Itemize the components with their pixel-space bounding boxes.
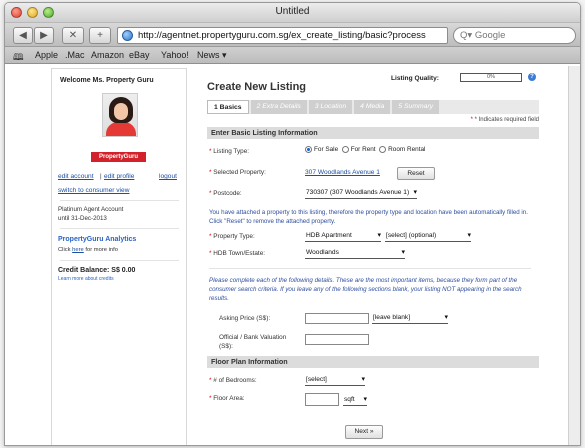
analytics-title: PropertyGuru Analytics xyxy=(58,236,137,243)
create-listing-panel: Create New Listing Listing Quality: 0% ?… xyxy=(195,66,545,445)
account-expiry: until 31-Dec-2013 xyxy=(58,215,107,222)
account-sidebar: Welcome Ms. Property Guru PropertyGuru e… xyxy=(51,68,187,445)
browser-toolbar: ◀ ▶ ✕ + http://agentnet.propertyguru.com… xyxy=(5,23,580,47)
postcode-select[interactable]: 730307 (307 Woodlands Avenue 1) xyxy=(305,188,417,199)
valuation-label: Official / Bank Valuation (S$): xyxy=(219,334,287,350)
step-location: 3 Location xyxy=(308,100,353,114)
divider xyxy=(60,228,179,229)
edit-profile-link[interactable]: edit profile xyxy=(104,173,134,180)
page-title: Create New Listing xyxy=(207,81,307,93)
listing-type-label: * Listing Type: xyxy=(209,148,250,155)
divider xyxy=(209,268,531,269)
required-note: * * Indicates required field xyxy=(470,117,539,123)
credits-info-link[interactable]: Learn more about credits xyxy=(58,276,114,282)
listing-quality-label: Listing Quality: xyxy=(391,75,439,82)
listing-type-radios: For Sale For Rent Room Rental xyxy=(305,146,425,153)
bookmark-news-folder[interactable]: News ▾ xyxy=(197,50,227,61)
web-page: Welcome Ms. Property Guru PropertyGuru e… xyxy=(5,66,580,445)
vertical-scrollbar[interactable] xyxy=(568,66,580,445)
bookmarks-bar: 🕮 Apple .Mac Amazon eBay Yahoo! News ▾ xyxy=(5,47,580,64)
logout-link[interactable]: logout xyxy=(159,173,177,180)
url-text: http://agentnet.propertyguru.com.sg/ex_c… xyxy=(138,30,426,41)
divider xyxy=(60,200,179,201)
valuation-input[interactable] xyxy=(305,334,369,345)
postcode-label: * Postcode: xyxy=(209,190,242,197)
floor-area-input[interactable] xyxy=(305,393,339,406)
propertyguru-logo: PropertyGuru xyxy=(91,152,146,162)
step-summary: 5 Summary xyxy=(392,100,440,114)
window-title: Untitled xyxy=(275,6,310,17)
address-bar[interactable]: http://agentnet.propertyguru.com.sg/ex_c… xyxy=(117,27,448,44)
back-button[interactable]: ◀ xyxy=(13,27,33,44)
floor-area-label: * Floor Area: xyxy=(209,395,245,402)
selected-property-label: * Selected Property: xyxy=(209,169,266,176)
search-placeholder: Google xyxy=(474,30,506,41)
wizard-steps: 1 Basics 2 Extra Details 3 Location 4 Me… xyxy=(207,100,539,114)
property-type-select[interactable]: HDB Apartment xyxy=(305,231,381,242)
search-field[interactable]: Q▾ Google xyxy=(453,27,576,44)
globe-icon xyxy=(122,30,133,41)
step-media: 4 Media xyxy=(354,100,391,114)
reset-button[interactable]: Reset xyxy=(397,167,435,180)
radio-for-sale[interactable]: For Sale xyxy=(305,146,338,153)
bedrooms-label: * # of Bedrooms: xyxy=(209,377,257,384)
welcome-text: Welcome Ms. Property Guru xyxy=(60,77,154,84)
bookmark-yahoo[interactable]: Yahoo! xyxy=(161,50,189,60)
agent-photo xyxy=(102,93,138,137)
listing-quality-bar: 0% xyxy=(460,73,522,82)
bookmark-amazon[interactable]: Amazon xyxy=(91,50,124,60)
divider xyxy=(60,260,179,261)
hdb-town-select[interactable]: Woodlands xyxy=(305,248,405,259)
edit-account-link[interactable]: edit account xyxy=(58,173,94,180)
bookmarks-book-icon[interactable]: 🕮 xyxy=(13,50,24,66)
selected-property-link[interactable]: 307 Woodlands Avenue 1 xyxy=(305,169,380,176)
switch-consumer-view-link[interactable]: switch to consumer view xyxy=(58,187,129,194)
floor-area-unit-select[interactable]: sqft xyxy=(343,395,367,406)
radio-room-rental[interactable]: Room Rental xyxy=(379,146,425,153)
asking-price-option-select[interactable]: [leave blank] xyxy=(372,313,448,324)
step-extra-details: 2 Extra Details xyxy=(250,100,307,114)
forward-button[interactable]: ▶ xyxy=(34,27,54,44)
step-basics[interactable]: 1 Basics xyxy=(207,100,249,114)
title-bar: Untitled xyxy=(5,3,580,23)
attached-property-note: You have attached a property to this lis… xyxy=(209,209,528,225)
analytics-here-link[interactable]: here xyxy=(72,247,84,253)
section-basic-info: Enter Basic Listing Information xyxy=(207,127,539,139)
asking-price-label: Asking Price (S$): xyxy=(219,315,271,322)
bedrooms-select[interactable]: [select] xyxy=(305,375,365,386)
stop-button[interactable]: ✕ xyxy=(62,27,84,44)
property-type-label: * Property Type: xyxy=(209,233,255,240)
radio-for-rent[interactable]: For Rent xyxy=(341,146,376,153)
credit-balance: Credit Balance: S$ 0.00 xyxy=(58,267,136,274)
analytics-info: Click here for more info xyxy=(58,247,118,253)
help-icon[interactable]: ? xyxy=(528,73,536,81)
section-floor-plan: Floor Plan Information xyxy=(207,356,539,368)
asking-price-input[interactable] xyxy=(305,313,369,324)
next-button[interactable]: Next » xyxy=(345,425,383,439)
browser-window: Untitled ◀ ▶ ✕ + http://agentnet.propert… xyxy=(4,2,581,446)
bookmark-ebay[interactable]: eBay xyxy=(129,50,150,60)
search-icon: Q▾ xyxy=(460,30,475,41)
bookmark-apple[interactable]: Apple xyxy=(35,50,58,60)
bookmark-mac[interactable]: .Mac xyxy=(65,50,85,60)
hdb-town-label: * HDB Town/Estate: xyxy=(209,250,266,257)
account-type: Platinum Agent Account xyxy=(58,206,124,213)
property-subtype-select[interactable]: [select] (optional) xyxy=(385,231,471,242)
add-bookmark-button[interactable]: + xyxy=(89,27,111,44)
complete-details-note: Please complete each of the following de… xyxy=(209,277,522,302)
